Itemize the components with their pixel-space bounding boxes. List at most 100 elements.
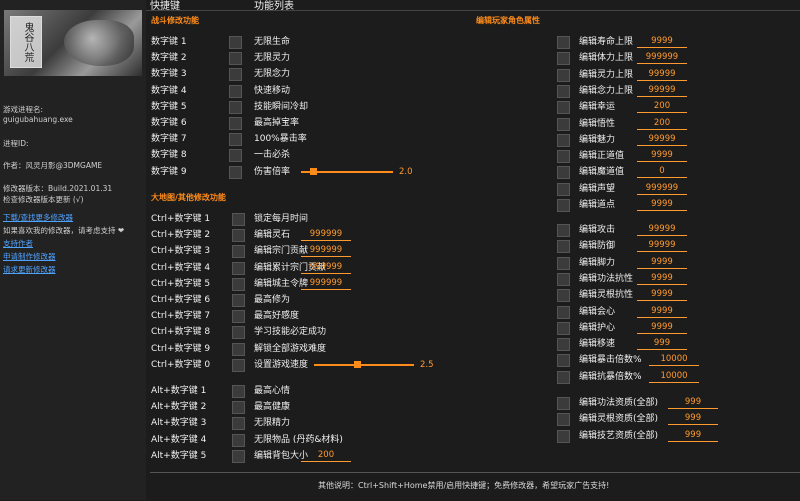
toggle-checkbox[interactable] — [232, 358, 245, 372]
value-input[interactable]: 10000 — [649, 369, 699, 383]
value-input[interactable]: 999 — [637, 336, 687, 351]
toggle-checkbox[interactable] — [232, 326, 245, 340]
toggle-checkbox[interactable] — [557, 224, 570, 237]
toggle-checkbox[interactable] — [557, 397, 570, 410]
hotkey-row: Ctrl+数字键 3 编辑宗门贡献 999999 — [151, 243, 471, 259]
toggle-checkbox[interactable] — [229, 149, 242, 163]
hotkey-label: 数字键 2 — [151, 53, 187, 64]
value-input[interactable]: 200 — [637, 116, 687, 130]
attribute-label: 编辑寿命上限 — [579, 37, 634, 47]
value-input[interactable]: 200 — [301, 448, 351, 462]
toggle-checkbox[interactable] — [232, 449, 245, 463]
feature-label: 快速移动 — [254, 85, 291, 96]
toggle-checkbox[interactable] — [557, 52, 570, 66]
toggle-checkbox[interactable] — [232, 261, 245, 275]
hotkey-label: 数字键 4 — [151, 85, 187, 96]
toggle-checkbox[interactable] — [557, 117, 570, 131]
dragon-art — [64, 20, 134, 66]
toggle-checkbox[interactable] — [557, 240, 570, 254]
request-trainer-link[interactable]: 申请制作修改器 — [3, 251, 56, 262]
hotkey-row: Ctrl+数字键 7 最高好感度 — [151, 308, 471, 324]
toggle-checkbox[interactable] — [232, 277, 245, 291]
toggle-checkbox[interactable] — [557, 101, 570, 115]
toggle-checkbox[interactable] — [557, 289, 570, 303]
toggle-checkbox[interactable] — [557, 272, 570, 286]
toggle-checkbox[interactable] — [557, 305, 570, 319]
hotkey-row: 数字键 8 一击必杀 — [151, 147, 471, 163]
toggle-checkbox[interactable] — [557, 133, 570, 147]
toggle-checkbox[interactable] — [232, 342, 245, 356]
toggle-checkbox[interactable] — [557, 256, 570, 270]
value-slider[interactable] — [301, 167, 393, 175]
slider-thumb[interactable] — [354, 360, 361, 368]
toggle-checkbox[interactable] — [232, 245, 245, 259]
toggle-checkbox[interactable] — [232, 229, 245, 243]
toggle-checkbox[interactable] — [232, 294, 245, 307]
toggle-checkbox[interactable] — [557, 321, 570, 335]
value-input[interactable]: 9999 — [637, 304, 687, 318]
value-input[interactable]: 9999 — [637, 34, 687, 48]
value-input[interactable]: 99999 — [637, 222, 687, 236]
toggle-checkbox[interactable] — [232, 213, 245, 226]
toggle-checkbox[interactable] — [232, 310, 245, 324]
value-input[interactable]: 10000 — [649, 352, 699, 367]
toggle-checkbox[interactable] — [557, 84, 570, 98]
toggle-checkbox[interactable] — [229, 36, 242, 49]
value-input[interactable]: 999 — [668, 428, 718, 442]
value-input[interactable]: 9999 — [637, 148, 687, 163]
toggle-checkbox[interactable] — [229, 165, 242, 179]
toggle-checkbox[interactable] — [557, 166, 570, 180]
toggle-checkbox[interactable] — [229, 68, 242, 82]
value-input[interactable]: 0 — [637, 164, 687, 179]
toggle-checkbox[interactable] — [557, 338, 570, 352]
slider-thumb[interactable] — [310, 167, 318, 175]
value-slider[interactable] — [314, 360, 414, 368]
toggle-checkbox[interactable] — [557, 199, 570, 212]
value-input[interactable]: 999999 — [301, 260, 351, 274]
value-input[interactable]: 9999 — [637, 271, 687, 285]
value-input[interactable]: 999 — [668, 411, 718, 426]
value-input[interactable]: 9999 — [637, 197, 687, 211]
download-more-link[interactable]: 下载/查找更多修改器 — [3, 212, 73, 223]
toggle-checkbox[interactable] — [232, 433, 245, 447]
value-input[interactable]: 999999 — [301, 243, 351, 258]
player-section-title: 编辑玩家角色属性 — [476, 16, 540, 25]
toggle-checkbox[interactable] — [232, 401, 245, 415]
toggle-checkbox[interactable] — [557, 68, 570, 82]
toggle-checkbox[interactable] — [229, 84, 242, 98]
value-input[interactable]: 999999 — [637, 50, 687, 65]
value-input[interactable]: 999999 — [301, 227, 351, 242]
toggle-checkbox[interactable] — [557, 182, 570, 196]
toggle-checkbox[interactable] — [557, 150, 570, 164]
value-input[interactable]: 9999 — [637, 287, 687, 302]
attribute-label: 编辑脚力 — [579, 257, 616, 268]
value-input[interactable]: 99999 — [637, 132, 687, 146]
value-input[interactable]: 999 — [668, 395, 718, 409]
toggle-checkbox[interactable] — [557, 370, 570, 384]
value-input[interactable]: 9999 — [637, 320, 687, 334]
toggle-checkbox[interactable] — [229, 117, 242, 130]
toggle-checkbox[interactable] — [229, 100, 242, 114]
check-update-text[interactable]: 检查修改器版本更新 (√) — [3, 194, 84, 205]
value-input[interactable]: 200 — [637, 99, 687, 114]
toggle-checkbox[interactable] — [557, 354, 570, 368]
value-input[interactable]: 9999 — [637, 255, 687, 269]
toggle-checkbox[interactable] — [229, 133, 242, 147]
value-input[interactable]: 999999 — [637, 181, 687, 195]
toggle-checkbox[interactable] — [232, 385, 245, 398]
feature-label: 编辑灵石 — [254, 230, 291, 241]
toggle-checkbox[interactable] — [232, 417, 245, 431]
request-update-link[interactable]: 请求更新修改器 — [3, 264, 56, 275]
feature-label: 技能瞬间冷却 — [254, 101, 309, 112]
support-author-link[interactable]: 支持作者 — [3, 238, 33, 249]
value-input[interactable]: 99999 — [637, 83, 687, 97]
toggle-checkbox[interactable] — [557, 429, 570, 443]
value-input[interactable]: 99999 — [637, 67, 687, 81]
value-input[interactable]: 999999 — [301, 276, 351, 290]
toggle-checkbox[interactable] — [557, 36, 570, 49]
value-input[interactable]: 99999 — [637, 238, 687, 253]
toggle-checkbox[interactable] — [229, 52, 242, 66]
toggle-checkbox[interactable] — [557, 413, 570, 427]
attribute-row: 编辑护心 9999 — [557, 320, 787, 336]
attribute-row: 编辑攻击 99999 — [557, 222, 787, 238]
